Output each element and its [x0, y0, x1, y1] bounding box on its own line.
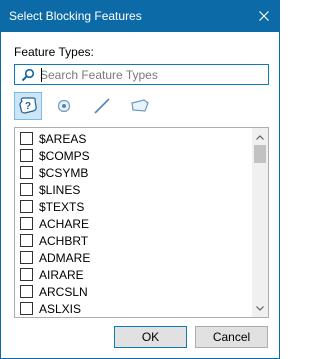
checkbox[interactable]	[20, 149, 33, 162]
checkbox[interactable]	[20, 251, 33, 264]
list-item[interactable]: AIRARE	[15, 266, 253, 283]
list-item[interactable]: ADMARE	[15, 249, 253, 266]
feature-types-list[interactable]: $AREAS $COMPS $CSYMB $LINES $TEXTS ACHAR…	[14, 127, 269, 318]
list-item-label: $TEXTS	[39, 200, 85, 214]
list-item-label: $LINES	[39, 183, 81, 197]
list-item[interactable]: $AREAS	[15, 130, 253, 147]
checkbox[interactable]	[20, 132, 33, 145]
checkbox[interactable]	[20, 302, 33, 315]
list-item[interactable]: $CSYMB	[15, 164, 253, 181]
text-caret	[41, 68, 42, 82]
filter-line-button[interactable]	[88, 92, 116, 120]
chevron-down-icon	[256, 305, 264, 311]
checkbox[interactable]	[20, 234, 33, 247]
filter-area-button[interactable]	[126, 92, 154, 120]
checkbox[interactable]	[20, 200, 33, 213]
list-item-label: ACHARE	[39, 217, 90, 231]
list-item-label: $AREAS	[39, 132, 87, 146]
area-feature-icon	[131, 99, 149, 112]
all-features-icon: ?	[19, 97, 37, 114]
list-item-label: AIRARE	[39, 268, 84, 282]
list-item[interactable]: ACHARE	[15, 215, 253, 232]
list-item[interactable]: $COMPS	[15, 147, 253, 164]
list-item-label: ARCSLN	[39, 285, 88, 299]
close-button[interactable]	[249, 1, 279, 32]
cancel-button[interactable]: Cancel	[195, 326, 268, 348]
search-input[interactable]	[40, 66, 266, 83]
line-feature-icon	[94, 98, 110, 114]
list-item-label: ASLXIS	[39, 302, 82, 316]
window-title: Select Blocking Features	[9, 9, 142, 23]
filter-point-button[interactable]	[50, 92, 78, 120]
ok-button[interactable]: OK	[114, 326, 187, 348]
scroll-up-button[interactable]	[252, 129, 268, 145]
search-box[interactable]	[14, 64, 269, 85]
list-item-label: ADMARE	[39, 251, 91, 265]
checkbox[interactable]	[20, 217, 33, 230]
list-item[interactable]: ASLXIS	[15, 300, 253, 317]
vertical-scrollbar[interactable]	[252, 128, 268, 317]
list-item-label: $CSYMB	[39, 166, 89, 180]
scrollbar-thumb[interactable]	[254, 145, 266, 163]
svg-text:?: ?	[25, 101, 31, 112]
checkbox[interactable]	[20, 285, 33, 298]
scroll-down-button[interactable]	[252, 300, 268, 316]
search-icon	[21, 68, 35, 82]
list-item[interactable]: $TEXTS	[15, 198, 253, 215]
list-item[interactable]: $LINES	[15, 181, 253, 198]
checkbox[interactable]	[20, 166, 33, 179]
chevron-up-icon	[256, 134, 264, 140]
list-item[interactable]: ACHBRT	[15, 232, 253, 249]
filter-all-button[interactable]: ?	[14, 92, 42, 120]
list-item-label: ACHBRT	[39, 234, 89, 248]
checkbox[interactable]	[20, 183, 33, 196]
checkbox[interactable]	[20, 268, 33, 281]
select-blocking-features-dialog: Select Blocking Features Feature Types: …	[0, 0, 280, 359]
list-item-label: $COMPS	[39, 149, 90, 163]
feature-types-label: Feature Types:	[14, 45, 94, 59]
title-bar[interactable]: Select Blocking Features	[1, 1, 279, 32]
point-feature-icon	[57, 99, 71, 113]
close-icon	[259, 11, 269, 21]
list-item[interactable]: ARCSLN	[15, 283, 253, 300]
